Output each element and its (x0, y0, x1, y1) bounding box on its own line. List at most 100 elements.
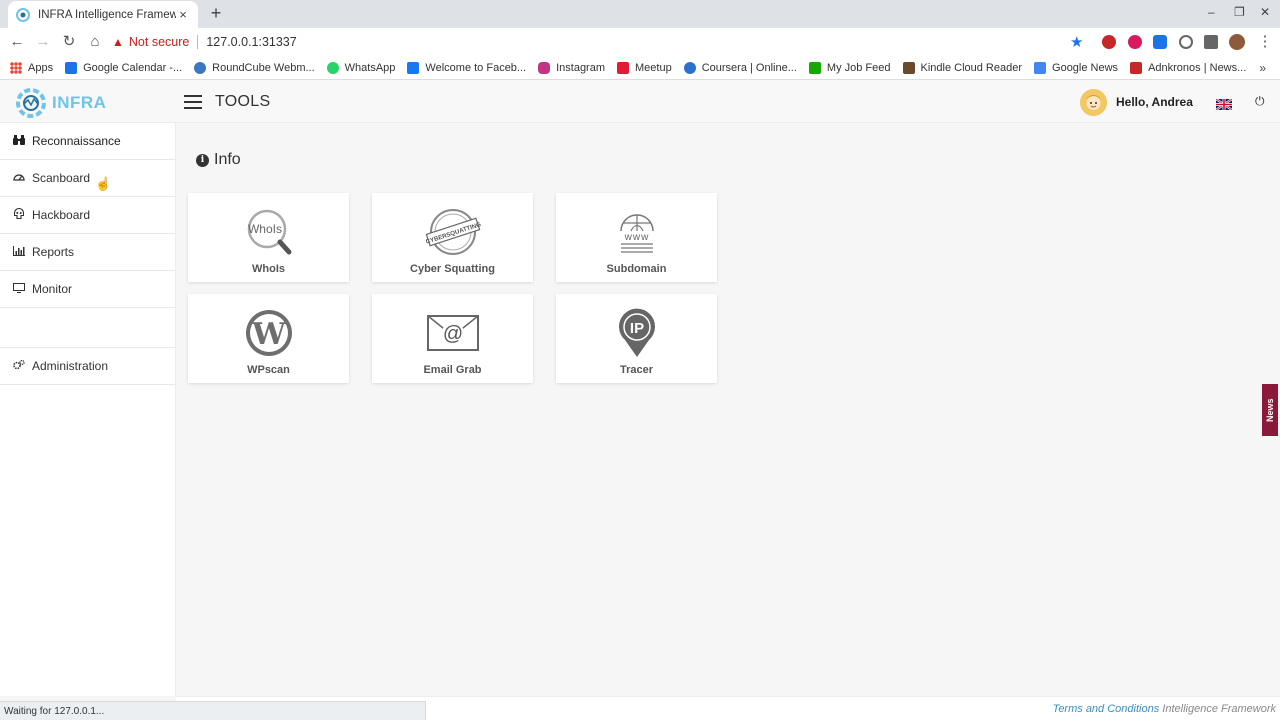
infra-favicon-icon (16, 7, 30, 22)
new-tab-button[interactable]: + (207, 4, 225, 22)
bookmark-label: Google News (1052, 61, 1119, 74)
bookmark-facebook[interactable]: Welcome to Faceb... (407, 61, 527, 74)
whois-magnifier-icon: WhoIs (241, 207, 297, 257)
restore-icon[interactable]: ❐ (1234, 5, 1245, 19)
hamburger-menu-icon[interactable] (184, 95, 202, 109)
cybersquatting-stamp-icon: CYBERSQUATTING (425, 207, 481, 257)
app-header: INFRA TOOLS Hello, Andrea ⏻ (0, 81, 1280, 123)
profile-avatar-icon[interactable] (1229, 34, 1245, 50)
bookmark-label: Apps (28, 61, 54, 74)
wordpress-icon: W (241, 308, 297, 358)
cogs-icon (12, 359, 26, 373)
envelope-at-icon: @ (425, 308, 481, 358)
omnibox-divider (197, 35, 199, 49)
close-window-icon[interactable]: ✕ (1260, 5, 1270, 19)
extensions-puzzle-icon[interactable] (1204, 35, 1218, 49)
bookmark-whatsapp[interactable]: WhatsApp (326, 61, 395, 74)
bookmark-label: Kindle Cloud Reader (920, 61, 1023, 74)
sidebar-item-scanboard[interactable]: Scanboard (0, 160, 176, 197)
extension-adblock-icon[interactable] (1102, 35, 1116, 49)
url-text[interactable]: 127.0.0.1:31337 (206, 35, 296, 49)
www-globe-icon: www (609, 207, 665, 257)
bookmark-label: Welcome to Faceb... (425, 61, 527, 74)
reload-icon[interactable]: ↻ (60, 33, 78, 51)
home-icon[interactable]: ⌂ (86, 33, 104, 51)
bookmark-job-feed[interactable]: My Job Feed (808, 61, 891, 74)
footer-credits: Terms and Conditions Intelligence Framew… (1053, 703, 1276, 715)
calendar-icon (65, 61, 78, 74)
tool-card-label: Subdomain (606, 263, 667, 275)
ip-pin-icon: IP (609, 308, 665, 358)
logout-power-icon[interactable]: ⏻ (1255, 94, 1265, 109)
news-side-tab[interactable]: News (1262, 384, 1278, 436)
bookmark-coursera[interactable]: Coursera | Online... (683, 61, 797, 74)
tool-card-label: Cyber Squatting (410, 263, 495, 275)
tool-card-whois[interactable]: WhoIs WhoIs (188, 193, 349, 282)
user-greeting: Hello, Andrea (1116, 95, 1193, 109)
sidebar-item-label: Scanboard (32, 171, 91, 185)
bookmark-google-news[interactable]: Google News (1034, 61, 1119, 74)
security-label: Not secure (128, 35, 190, 49)
tool-card-tracer[interactable]: IP Tracer (556, 294, 717, 383)
extension-recycle-icon[interactable] (1179, 35, 1193, 49)
sidebar-item-label: Reconnaissance (32, 134, 121, 148)
hand-cursor-icon: ☝ (95, 176, 112, 191)
google-news-icon (1034, 61, 1047, 74)
bookmarks-bar: Apps Google Calendar -... RoundCube Webm… (0, 56, 1280, 80)
svg-text:www: www (623, 232, 649, 243)
terms-link[interactable]: Terms and Conditions (1053, 703, 1160, 715)
svg-text:W: W (251, 317, 287, 352)
bookmark-star-icon[interactable]: ★ (1070, 33, 1083, 51)
footer-brand: Intelligence Framework (1162, 703, 1276, 715)
security-warning[interactable]: ▲ Not secure (112, 35, 189, 49)
close-tab-icon[interactable]: × (176, 7, 190, 22)
binoculars-icon (12, 134, 26, 148)
logo-text: INFRA (52, 93, 107, 112)
extension-zoom-icon[interactable] (1153, 35, 1167, 49)
tool-card-cyber-squatting[interactable]: CYBERSQUATTING Cyber Squatting (372, 193, 533, 282)
bookmark-meetup[interactable]: Meetup (617, 61, 672, 74)
address-bar: ← → ↻ ⌂ ▲ Not secure 127.0.0.1:31337 ★ ⋮ (0, 28, 1280, 56)
bookmark-instagram[interactable]: Instagram (538, 61, 606, 74)
infra-logo[interactable]: INFRA (14, 87, 106, 119)
user-avatar[interactable] (1080, 89, 1107, 116)
back-icon[interactable]: ← (8, 33, 26, 51)
bookmark-adnkronos[interactable]: Adnkronos | News... (1130, 61, 1246, 74)
bookmark-roundcube[interactable]: RoundCube Webm... (194, 61, 315, 74)
browser-menu-icon[interactable]: ⋮ (1256, 33, 1274, 51)
sidebar-item-administration[interactable]: Administration (0, 348, 176, 385)
forward-icon[interactable]: → (34, 33, 52, 51)
bookmark-label: Meetup (635, 61, 672, 74)
sidebar-item-hackboard[interactable]: Hackboard (0, 197, 176, 234)
facebook-icon (407, 61, 420, 74)
sidebar-item-reconnaissance[interactable]: Reconnaissance (0, 123, 176, 160)
bookmark-label: Instagram (556, 61, 606, 74)
bookmark-label: RoundCube Webm... (212, 61, 315, 74)
bookmark-google-calendar[interactable]: Google Calendar -... (65, 61, 182, 74)
sidebar-item-label: Administration (32, 359, 109, 373)
bookmarks-overflow-icon[interactable]: » (1259, 61, 1266, 75)
bookmark-kindle[interactable]: Kindle Cloud Reader (902, 61, 1023, 74)
dashboard-icon (12, 172, 26, 184)
tool-card-label: WPscan (247, 364, 290, 376)
extension-pocket-icon[interactable] (1128, 35, 1142, 49)
warning-icon: ▲ (112, 35, 124, 49)
browser-tabstrip: INFRA Intelligence Framework × + – ❐ ✕ (0, 0, 1280, 28)
page-title: TOOLS (215, 93, 271, 110)
whatsapp-icon (326, 61, 339, 74)
uk-flag-icon[interactable] (1215, 97, 1233, 111)
tool-card-subdomain[interactable]: www Subdomain (556, 193, 717, 282)
svg-text:WhoIs: WhoIs (247, 222, 281, 236)
sidebar-item-monitor[interactable]: Monitor (0, 271, 176, 308)
tab-title: INFRA Intelligence Framework (38, 8, 176, 21)
omnibox[interactable]: ▲ Not secure 127.0.0.1:31337 (112, 32, 1092, 52)
bookmark-label: My Job Feed (826, 61, 891, 74)
bookmark-apps[interactable]: Apps (10, 61, 54, 74)
monitor-icon (12, 282, 26, 296)
tool-card-email-grab[interactable]: @ Email Grab (372, 294, 533, 383)
sidebar-item-reports[interactable]: Reports (0, 234, 176, 271)
minimize-icon[interactable]: – (1208, 5, 1215, 19)
tool-card-wpscan[interactable]: W WPscan (188, 294, 349, 383)
infra-logo-icon (16, 88, 46, 118)
browser-tab[interactable]: INFRA Intelligence Framework × (8, 1, 198, 28)
